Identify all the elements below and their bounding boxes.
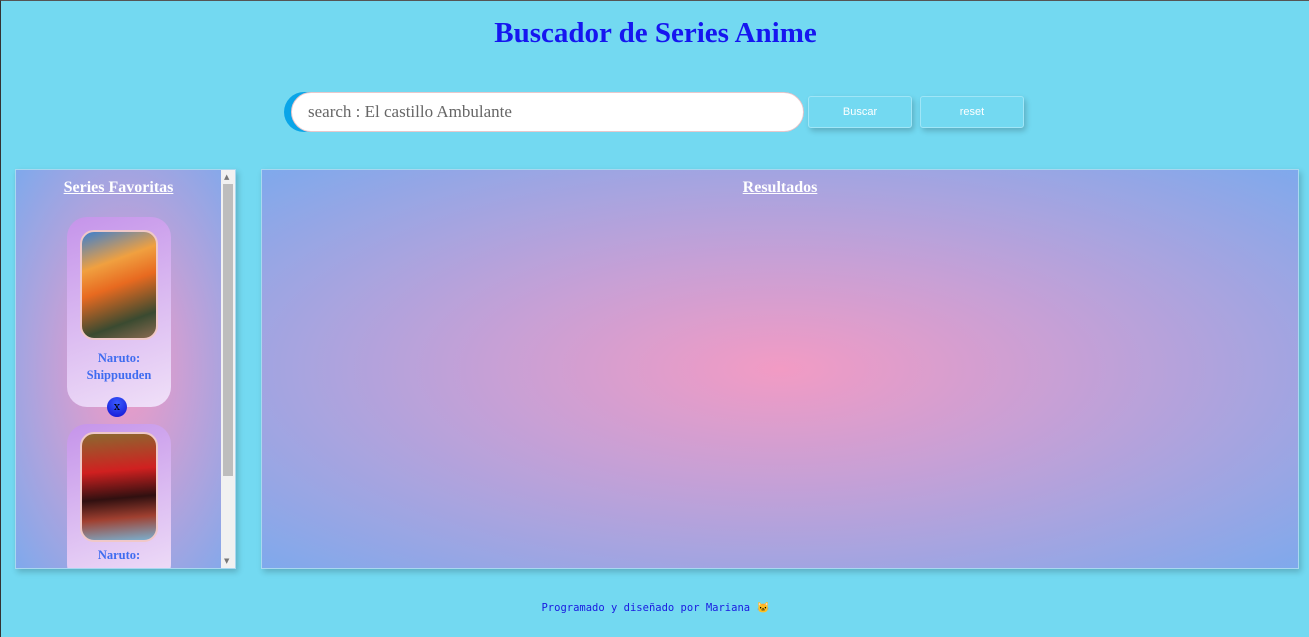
page-title: Buscador de Series Anime <box>494 17 817 49</box>
scroll-up-icon[interactable]: ▲ <box>224 173 229 181</box>
favorite-card[interactable]: Naruto: <box>67 424 171 568</box>
github-icon[interactable]: 🐱 <box>756 602 769 614</box>
scroll-down-icon[interactable]: ▼ <box>224 557 229 565</box>
footer: Programado y diseñado por Mariana 🐱 <box>1 601 1309 614</box>
search-button[interactable]: Buscar <box>808 96 912 128</box>
search-box: search : El castillo Ambulante <box>284 92 804 132</box>
favorites-panel: Series Favoritas Naruto: Shippuuden x Na… <box>15 169 236 569</box>
results-panel: Resultados <box>261 169 1299 569</box>
poster-image <box>80 230 158 340</box>
favorite-title: Naruto: Shippuuden <box>86 351 152 382</box>
scrollbar[interactable]: ▲ ▼ <box>221 170 235 568</box>
footer-text: Programado y diseñado por Mariana <box>541 602 751 614</box>
results-title: Resultados <box>742 179 818 196</box>
remove-favorite-button[interactable]: x <box>107 397 127 417</box>
favorite-card[interactable]: Naruto: Shippuuden <box>67 217 171 407</box>
poster-image <box>80 432 158 542</box>
search-input[interactable]: search : El castillo Ambulante <box>291 92 804 132</box>
scrollbar-thumb[interactable] <box>223 184 233 476</box>
favorites-title: Series Favoritas <box>63 179 174 196</box>
favorite-title: Naruto: <box>97 548 141 562</box>
reset-button[interactable]: reset <box>920 96 1024 128</box>
